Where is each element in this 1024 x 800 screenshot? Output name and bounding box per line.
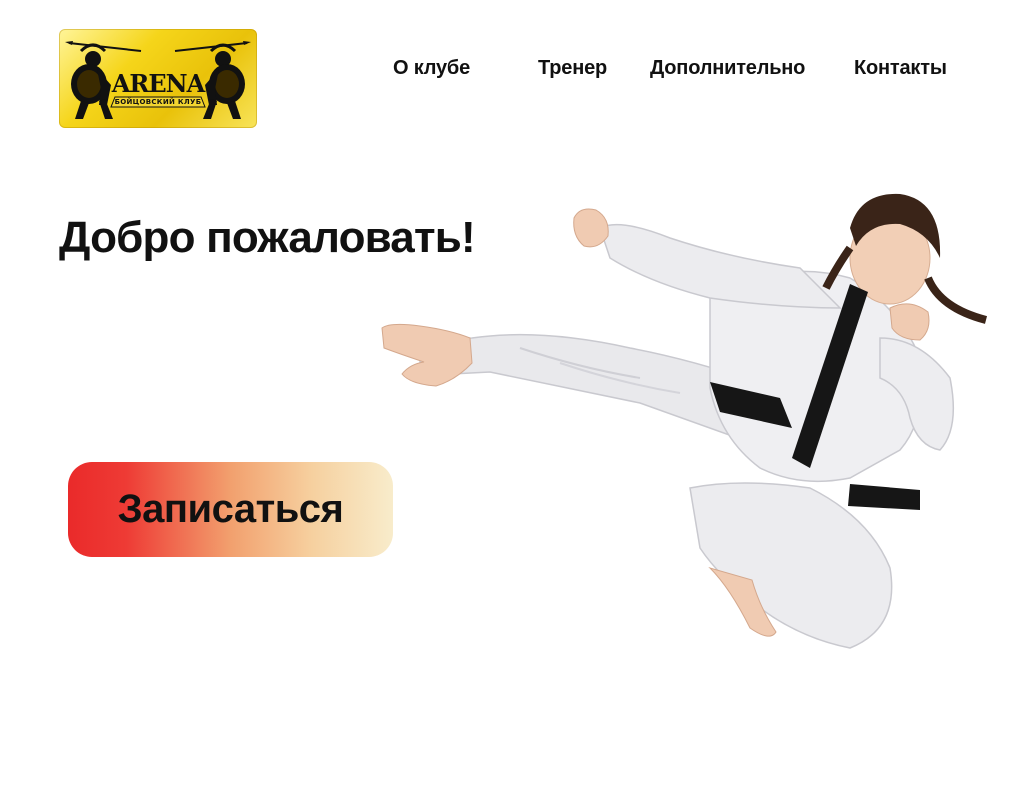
martial-artist-image [381, 193, 988, 649]
nav-item-trainer[interactable]: Тренер [538, 57, 607, 80]
page: ARENA БОЙЦОВСКИЙ КЛУБ О клубе Тренер Доп… [0, 0, 1024, 800]
main-nav: О клубе Тренер Дополнительно Контакты [0, 57, 1024, 85]
signup-button[interactable]: Записаться [68, 462, 393, 557]
nav-item-contacts[interactable]: Контакты [854, 57, 947, 80]
nav-item-about[interactable]: О клубе [393, 57, 470, 80]
nav-item-additional[interactable]: Дополнительно [650, 57, 805, 80]
logo-subtitle: БОЙЦОВСКИЙ КЛУБ [114, 98, 202, 106]
